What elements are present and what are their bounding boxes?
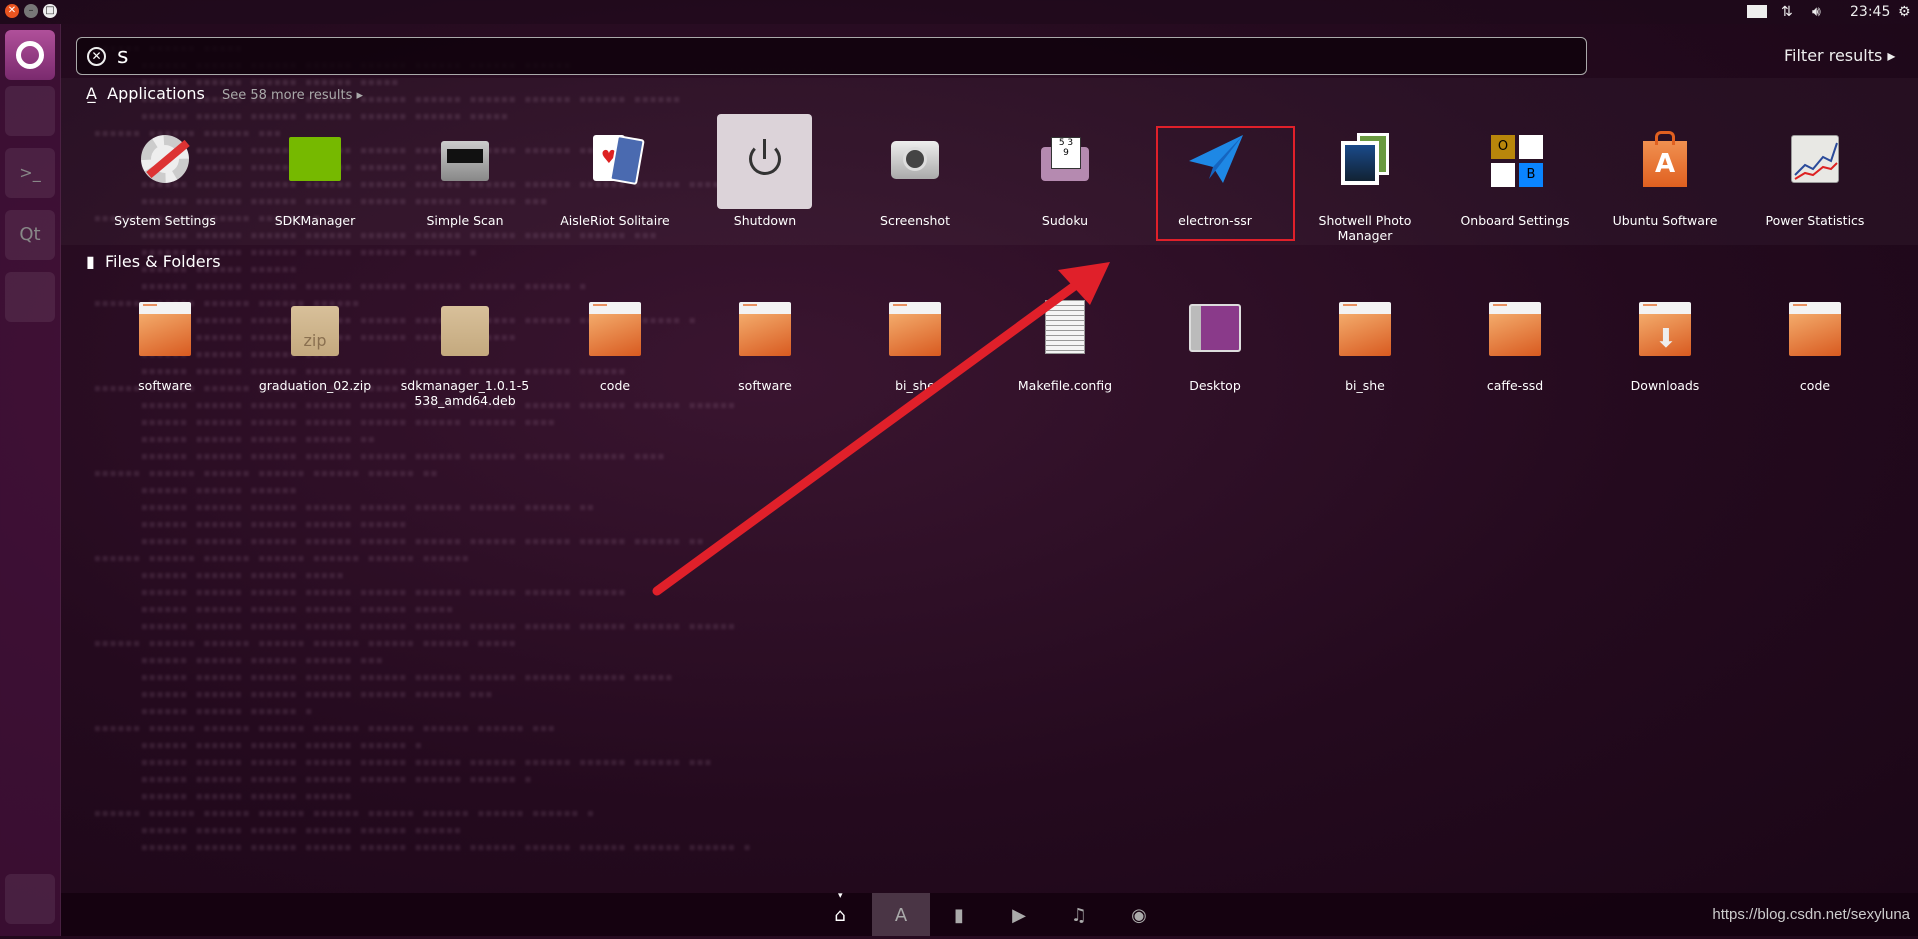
applications-lens-icon[interactable]: A [872, 893, 930, 936]
lens-bar: ▾ ⌂ A ▮ ▶ ♫ ◉ [61, 891, 1918, 936]
files-lens-icon[interactable]: ▮ [930, 893, 988, 936]
watermark: https://blog.csdn.net/sexyluna [1712, 906, 1910, 923]
video-lens-icon[interactable]: ▶ [990, 893, 1048, 936]
home-lens-icon[interactable]: ⌂ [811, 893, 869, 936]
photos-lens-icon[interactable]: ◉ [1110, 893, 1168, 936]
music-lens-icon[interactable]: ♫ [1050, 893, 1108, 936]
annotation-arrow [652, 262, 1110, 596]
